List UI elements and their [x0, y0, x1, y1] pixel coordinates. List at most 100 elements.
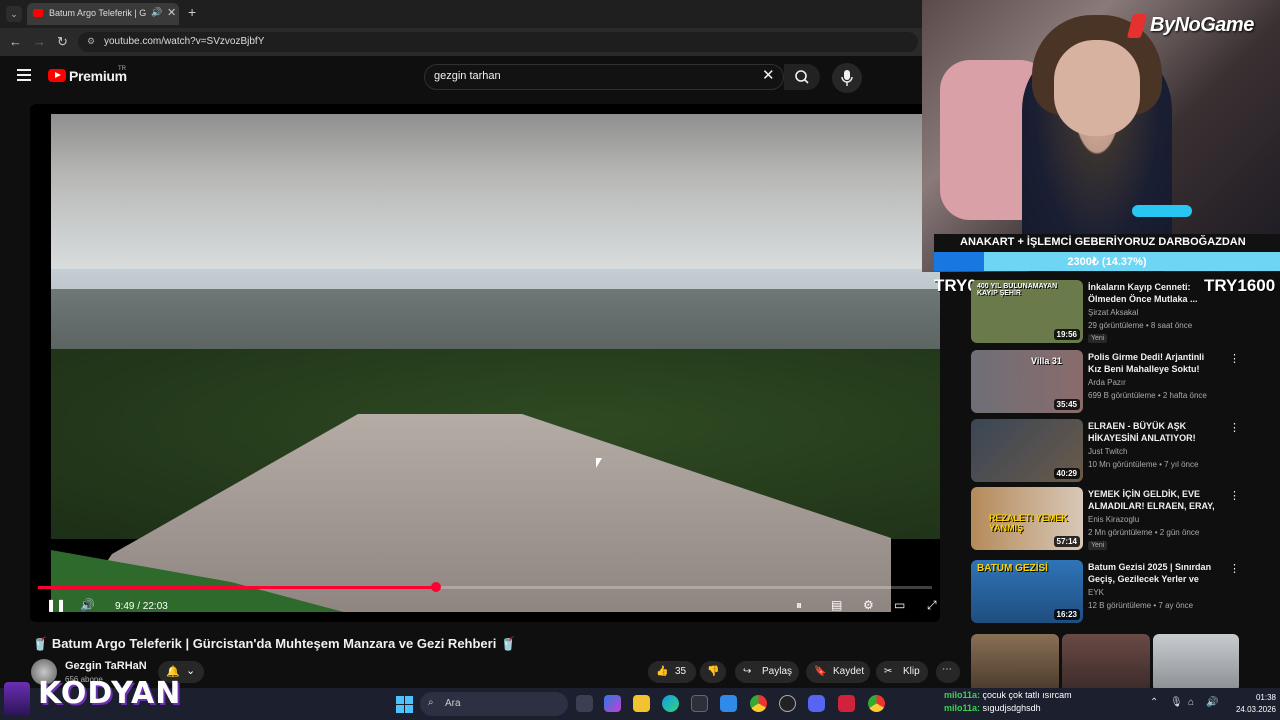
chrome-active-icon[interactable] [868, 695, 885, 712]
video-frame[interactable] [51, 114, 940, 612]
chevron-down-icon: ⌄ [186, 665, 196, 677]
new-tab-icon[interactable]: + [188, 4, 196, 20]
channel-name[interactable]: Gezgin TaRHaN [65, 660, 147, 672]
youtube-header: Premium TR ✕ [0, 56, 922, 100]
speaker-icon[interactable]: 🔊 [151, 7, 162, 18]
clip-button[interactable]: ✂ Klip [876, 661, 928, 683]
recommendation-thumbnail[interactable]: Villa 31 35:45 [971, 350, 1083, 413]
share-icon: ↪ [743, 666, 752, 677]
recommendation-thumbnail[interactable]: 40:29 [971, 419, 1083, 482]
pause-icon[interactable]: ❚❚ [46, 598, 66, 612]
share-button[interactable]: ↪ Paylaş [735, 661, 799, 683]
more-options-icon[interactable]: ⋮ [1229, 421, 1240, 434]
recommendation-channel[interactable]: Şirzat Aksakal [1088, 308, 1138, 317]
chat-user: milo11a: [944, 703, 981, 713]
recommendation-thumbnail[interactable] [1062, 634, 1150, 692]
subtitles-icon[interactable]: ▤ [831, 598, 842, 612]
taskbar-search-box[interactable]: ⌕ Ara [420, 692, 568, 716]
windows-start-icon[interactable] [396, 696, 413, 713]
theater-mode-icon[interactable]: ▭ [894, 598, 905, 612]
menu-icon[interactable] [17, 69, 31, 81]
like-button[interactable]: 👍 35 [648, 661, 696, 683]
recommendation-title[interactable]: YEMEK İÇİN GELDİK, EVE ALMADILAR! ELRAEN… [1088, 488, 1216, 512]
video-duration: 40:29 [1053, 468, 1080, 479]
recommendation-item[interactable]: 400 YIL BULUNAMAYAN KAYIP ŞEHİR 19:56 İn… [971, 280, 1239, 344]
recommendation-title[interactable]: Polis Girme Dedi! Arjantinli Kız Beni Ma… [1088, 351, 1216, 375]
chevron-up-icon[interactable]: ⌃ [1150, 697, 1158, 708]
webcam-light [1132, 205, 1192, 217]
valorant-icon[interactable] [838, 695, 855, 712]
recommendation-title[interactable]: ELRAEN - BÜYÜK AŞK HİKAYESİNİ ANLATIYOR! [1088, 420, 1216, 444]
search-icon: ⌕ [428, 697, 434, 708]
recommendation-item[interactable]: 40:29 ELRAEN - BÜYÜK AŞK HİKAYESİNİ ANLA… [971, 419, 1240, 483]
chrome-icon[interactable] [750, 695, 767, 712]
back-arrow-icon[interactable]: ← [9, 34, 22, 49]
reload-icon[interactable]: ↻ [57, 34, 68, 50]
bookmark-icon: 🔖 [814, 666, 827, 677]
youtube-logo-icon[interactable] [48, 69, 66, 82]
recommendation-thumbnail[interactable]: 400 YIL BULUNAMAYAN KAYIP ŞEHİR 19:56 [971, 280, 1083, 343]
url-field[interactable]: ⚙ youtube.com/watch?v=SVzvozBjbfY [78, 32, 918, 52]
more-options-icon[interactable]: ⋮ [1229, 352, 1240, 365]
recommendation-item[interactable]: BATUM GEZİSİ 16:23 Batum Gezisi 2025 | S… [971, 560, 1240, 624]
recommendation-meta: 29 görüntüleme • 8 saat önce [1088, 321, 1193, 330]
browser-tab[interactable]: Batum Argo Teleferik | G 🔊 ✕ [27, 3, 179, 25]
edge-browser-icon[interactable] [662, 695, 679, 712]
recommendation-thumbnail[interactable]: REZALET! YEMEK YANMIŞ 57:14 [971, 487, 1083, 550]
country-code: TR [118, 66, 126, 72]
title-emoji-end: 🥤 [499, 636, 517, 651]
more-options-icon[interactable]: ⋮ [1229, 562, 1240, 575]
dislike-button[interactable]: 👎 [700, 661, 726, 683]
recommendation-thumbnail[interactable]: BATUM GEZİSİ 16:23 [971, 560, 1083, 623]
video-duration: 57:14 [1053, 536, 1080, 547]
address-bar-row: ← → ↻ ⚙ youtube.com/watch?v=SVzvozBjbfY [0, 28, 922, 56]
microsoft-store-icon[interactable] [691, 695, 708, 712]
search-input[interactable] [434, 70, 734, 82]
recommendation-thumbnail[interactable] [971, 634, 1059, 692]
thumbnail-text: Villa 31 [1031, 356, 1062, 366]
streamer-name: KODYAN [38, 676, 182, 711]
mail-icon[interactable] [720, 695, 737, 712]
video-title: 🥤 Batum Argo Teleferik | Gürcistan'da Mu… [32, 636, 516, 652]
save-label: Kaydet [833, 666, 865, 677]
recommendation-channel[interactable]: Just Twitch [1088, 447, 1127, 456]
progress-scrubber[interactable] [430, 582, 441, 592]
more-options-icon[interactable]: ⋮ [1229, 489, 1240, 502]
video-player[interactable]: ❚❚ 🔊 9:49 / 22:03 ⏸ ▤ ⚙ ▭ ⤢ [30, 104, 940, 622]
more-actions-button[interactable]: ⋯ [936, 661, 960, 683]
recommendation-item[interactable]: REZALET! YEMEK YANMIŞ 57:14 YEMEK İÇİN G… [971, 487, 1240, 551]
clear-search-icon[interactable]: ✕ [762, 66, 775, 84]
volume-tray-icon[interactable]: 🔊 [1206, 697, 1218, 708]
microphone-tray-icon[interactable]: 🎙 [1170, 697, 1183, 708]
taskbar-clock[interactable]: 01:38 24.03.2026 [1226, 692, 1276, 716]
recommendation-title[interactable]: İnkaların Kayıp Cenneti: Ölmeden Önce Mu… [1088, 281, 1216, 305]
volume-icon[interactable]: 🔊 [80, 598, 95, 612]
tab-search-dropdown-icon[interactable]: ⌄ [6, 6, 22, 22]
recommendation-thumbnail[interactable] [1153, 634, 1239, 692]
search-button[interactable] [784, 64, 820, 90]
recommendation-channel[interactable]: Enis Kirazoglu [1088, 515, 1139, 524]
widgets-icon[interactable] [604, 695, 621, 712]
discord-icon[interactable] [808, 695, 825, 712]
close-tab-icon[interactable]: ✕ [167, 6, 176, 19]
save-button[interactable]: 🔖 Kaydet [806, 661, 870, 683]
site-info-icon[interactable]: ⚙ [87, 36, 95, 47]
forward-arrow-icon[interactable]: → [33, 34, 46, 49]
screen: ⌄ Batum Argo Teleferik | G 🔊 ✕ + ← → ↻ ⚙… [0, 0, 1280, 720]
progress-bar[interactable] [38, 582, 932, 592]
recommendation-item[interactable]: Villa 31 35:45 Polis Girme Dedi! Arjanti… [971, 350, 1240, 414]
recommendation-channel[interactable]: EYK [1088, 588, 1104, 597]
streamer-logo-icon [4, 682, 30, 716]
recommendation-title[interactable]: Batum Gezisi 2025 | Sınırdan Geçiş, Gezi… [1088, 561, 1216, 585]
autoplay-toggle-icon[interactable]: ⏸ [796, 598, 802, 613]
video-duration: 16:23 [1053, 609, 1080, 620]
scissors-icon: ✂ [884, 666, 893, 677]
network-icon[interactable]: ⌂ [1188, 697, 1194, 708]
github-icon[interactable] [779, 695, 796, 712]
recommendation-channel[interactable]: Arda Pazır [1088, 378, 1126, 387]
task-view-icon[interactable] [576, 695, 593, 712]
fullscreen-icon[interactable]: ⤢ [927, 598, 937, 613]
settings-gear-icon[interactable]: ⚙ [863, 598, 874, 612]
file-explorer-icon[interactable] [633, 695, 650, 712]
voice-search-button[interactable] [832, 63, 862, 93]
